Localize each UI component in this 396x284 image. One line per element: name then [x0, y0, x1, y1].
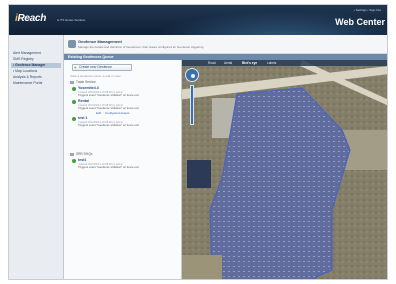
configured-assets-link[interactable]: Configured Assets: [105, 111, 129, 115]
geofence-group: Trade Service Yosemite4.3 Created 2014/0…: [70, 80, 178, 128]
page-header: Geofence Management Manage the details a…: [64, 35, 387, 54]
ireach-logo[interactable]: iReach: [15, 13, 46, 24]
group-header[interactable]: SRR DHQc: [70, 152, 178, 157]
map-view[interactable]: Road Aerial Bird's eye Labels: [182, 60, 387, 279]
folder-icon: [70, 153, 74, 156]
geofence-group: SRR DHQc test1 Created 2014/03/14 16:08:…: [70, 152, 178, 170]
map-mode-aerial[interactable]: Aerial: [224, 60, 232, 66]
group-header-label: SRR DHQc: [76, 152, 93, 156]
list-item: test 1 Created 2014/03/14 16:08:48 by ad…: [70, 116, 178, 128]
page-description: Manage the details and definition of Geo…: [78, 45, 204, 49]
edit-link[interactable]: Edit: [96, 111, 101, 115]
list-hint: Click a Geofence name to edit or view: [70, 74, 121, 78]
status-dot-icon: [72, 159, 76, 163]
building-dark: [187, 160, 211, 188]
page-title: Geofence Management: [78, 39, 122, 44]
aerial-map-image: [182, 60, 387, 279]
sidebar-item-sms-registry[interactable]: SMS Registry: [11, 57, 61, 62]
geofence-trigger: Triggers event "Geofence Violation" on f…: [78, 165, 139, 170]
status-dot-icon: [72, 87, 76, 91]
sidebar: Alert Management SMS Registry • Geofence…: [9, 35, 64, 279]
sidebar-item-geofence-manager[interactable]: • Geofence Manager: [11, 63, 61, 68]
pan-control-icon[interactable]: [185, 68, 199, 82]
geofence-actions: Edit Configured Assets: [78, 111, 178, 115]
map-toolbar: Road Aerial Bird's eye Labels: [182, 60, 387, 66]
group-header[interactable]: Trade Service: [70, 80, 178, 85]
plus-icon: +: [74, 65, 77, 70]
field-patch: [182, 255, 222, 279]
geofence-icon: [68, 40, 76, 48]
geofence-trigger: Triggers event "Geofence Violation" on f…: [78, 123, 139, 128]
list-item: test1 Created 2014/03/14 16:08:48 by adm…: [70, 158, 178, 170]
folder-icon: [70, 81, 74, 84]
map-mode-birds-eye[interactable]: Bird's eye: [242, 60, 257, 66]
map-mode-road[interactable]: Road: [208, 60, 216, 66]
app-window: iReach A ITS Series Solution • Settings …: [8, 4, 388, 280]
sidebar-item-analysis-reports[interactable]: Analysis & Reports: [11, 75, 61, 80]
app-header: iReach A ITS Series Solution • Settings …: [9, 5, 387, 35]
status-dot-icon: [72, 117, 76, 121]
app-title: Web Center: [335, 17, 385, 27]
map-mode-labels[interactable]: Labels: [267, 60, 276, 66]
logo-name: Reach: [17, 13, 46, 24]
sidebar-item-map-locations[interactable]: • Map Locations: [11, 69, 61, 74]
sidebar-top-spacer: [9, 35, 63, 50]
create-geofence-button[interactable]: + Create new Geofence: [72, 64, 132, 71]
list-item: Yosemite4.3 Created 2014/03/14 16:08:48 …: [70, 86, 178, 98]
status-dot-icon: [72, 100, 76, 104]
sidebar-item-maintenance-portal[interactable]: Maintenance Portal: [11, 81, 61, 86]
geofence-list-panel: + Create new Geofence Click a Geofence n…: [64, 60, 182, 279]
header-links[interactable]: • Settings • Sign Out: [354, 8, 381, 12]
zoom-slider[interactable]: [190, 85, 194, 125]
logo-subtitle: A ITS Series Solution: [57, 18, 86, 22]
sidebar-item-alert-management[interactable]: Alert Management: [11, 51, 61, 56]
group-header-label: Trade Service: [76, 80, 96, 84]
list-item: Rental Created 2014/03/14 16:08:48 by ad…: [70, 99, 178, 115]
geofence-trigger: Triggers event "Geofence Violation" on f…: [78, 93, 139, 98]
create-geofence-label: Create new Geofence: [79, 65, 112, 69]
